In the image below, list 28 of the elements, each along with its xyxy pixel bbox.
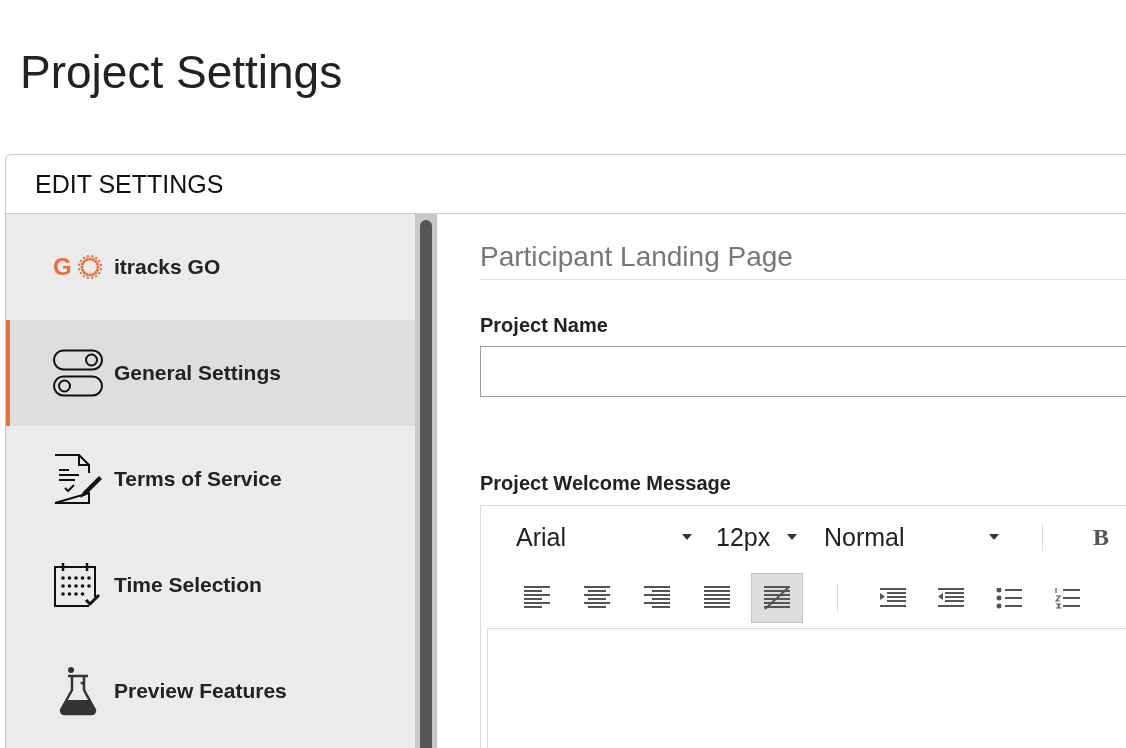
field-label: Project Welcome Message [480,472,732,495]
align-justify-icon [704,586,730,610]
page-title: Project Settings [20,46,344,98]
caret-icon [682,534,692,540]
caret-icon [787,534,797,540]
outdent-icon [938,587,964,609]
size-dropdown[interactable]: 12px [716,522,797,552]
indent-icon [880,587,906,609]
align-none-button[interactable] [751,573,803,623]
align-right-icon [644,586,670,610]
input-field[interactable] [480,346,1126,397]
section-title: Participant Landing Page [480,241,1126,280]
align-none-icon [764,586,790,610]
scrollbar[interactable] [415,214,437,748]
numbered-list-icon [1054,587,1080,609]
caret-icon [989,534,999,540]
heading-dropdown[interactable]: Normal [824,522,999,552]
calendar-check-icon [53,562,103,608]
align-left-icon [524,586,550,610]
bullet-list-icon [996,587,1022,609]
document-pen-icon [53,453,103,505]
font-dropdown[interactable]: Arial [516,522,692,552]
toggles-icon [53,349,103,397]
flask-icon [58,666,98,716]
align-center-icon [584,586,610,610]
field-label: Project Name [480,314,609,337]
bold-button[interactable]: B [1093,523,1109,551]
sidebar-item[interactable]: General Settings [6,320,416,426]
